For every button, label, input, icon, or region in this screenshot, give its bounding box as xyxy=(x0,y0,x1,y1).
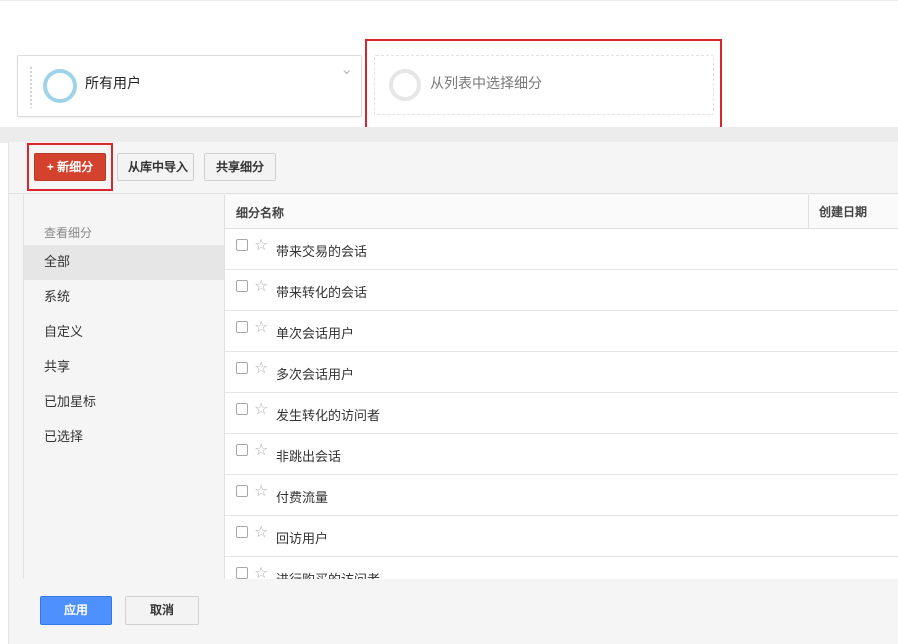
table-header: 细分名称 创建日期 xyxy=(225,195,898,229)
table-row[interactable]: ☆ 带来交易的会话 xyxy=(225,229,898,270)
apply-button[interactable]: 应用 xyxy=(40,596,112,625)
segment-card-all-users[interactable]: 所有用户 ⌄ xyxy=(17,55,362,117)
empty-segment-ring-icon xyxy=(389,69,421,101)
row-checkbox[interactable] xyxy=(236,485,248,497)
table-row[interactable]: ☆ 多次会话用户 xyxy=(225,352,898,393)
sidebar-item-selected[interactable]: 已选择 xyxy=(24,420,224,455)
segment-name[interactable]: 进行购买的访问者 xyxy=(276,569,380,579)
segment-list-area: 查看细分 全部 系统 自定义 共享 已加星标 已选择 细分名称 创建日期 ☆ 带… xyxy=(23,195,898,579)
star-icon[interactable]: ☆ xyxy=(254,278,268,294)
row-checkbox[interactable] xyxy=(236,526,248,538)
segment-name[interactable]: 付费流量 xyxy=(276,487,328,506)
row-checkbox[interactable] xyxy=(236,403,248,415)
panel-footer: 应用 取消 xyxy=(23,579,898,644)
table-row[interactable]: ☆ 带来转化的会话 xyxy=(225,270,898,311)
table-row[interactable]: ☆ 回访用户 xyxy=(225,516,898,557)
sidebar-item-all[interactable]: 全部 xyxy=(24,245,224,280)
star-icon[interactable]: ☆ xyxy=(254,483,268,499)
new-segment-button[interactable]: + 新细分 xyxy=(34,153,106,181)
segment-name[interactable]: 回访用户 xyxy=(276,528,328,547)
table-row[interactable]: ☆ 发生转化的访问者 xyxy=(225,393,898,434)
segment-name[interactable]: 非跳出会话 xyxy=(276,446,341,465)
segment-name[interactable]: 多次会话用户 xyxy=(276,364,354,383)
segment-card-label: 所有用户 xyxy=(85,76,141,92)
star-icon[interactable]: ☆ xyxy=(254,237,268,253)
star-icon[interactable]: ☆ xyxy=(254,401,268,417)
segment-table: 细分名称 创建日期 ☆ 带来交易的会话 ☆ 带来转化的会话 ☆ 单次会话用户 ☆ xyxy=(225,195,898,579)
segment-picker-bar: 所有用户 ⌄ 从列表中选择细分 xyxy=(0,0,898,135)
sidebar-item-shared[interactable]: 共享 xyxy=(24,350,224,385)
drag-handle-icon[interactable] xyxy=(29,66,33,108)
segment-filter-sidebar: 查看细分 全部 系统 自定义 共享 已加星标 已选择 xyxy=(24,195,225,579)
separator-band xyxy=(0,127,898,143)
table-row[interactable]: ☆ 非跳出会话 xyxy=(225,434,898,475)
row-checkbox[interactable] xyxy=(236,239,248,251)
sidebar-item-starred[interactable]: 已加星标 xyxy=(24,385,224,420)
column-header-name[interactable]: 细分名称 xyxy=(236,204,284,221)
segment-ring-icon xyxy=(43,69,77,103)
star-icon[interactable]: ☆ xyxy=(254,524,268,540)
star-icon[interactable]: ☆ xyxy=(254,442,268,458)
column-header-date[interactable]: 创建日期 xyxy=(808,195,898,229)
segment-placeholder[interactable]: 从列表中选择细分 xyxy=(374,55,714,115)
sidebar-item-custom[interactable]: 自定义 xyxy=(24,315,224,350)
segment-name[interactable]: 单次会话用户 xyxy=(276,323,354,342)
sidebar-heading: 查看细分 xyxy=(44,226,93,240)
chevron-down-icon[interactable]: ⌄ xyxy=(340,60,353,78)
table-row[interactable]: ☆ 进行购买的访问者 xyxy=(225,557,898,579)
cancel-button[interactable]: 取消 xyxy=(125,596,199,625)
segment-placeholder-label: 从列表中选择细分 xyxy=(430,76,542,92)
row-checkbox[interactable] xyxy=(236,280,248,292)
star-icon[interactable]: ☆ xyxy=(254,565,268,580)
segment-toolbar: + 新细分 从库中导入 共享细分 xyxy=(9,142,898,194)
row-checkbox[interactable] xyxy=(236,321,248,333)
segment-name[interactable]: 带来交易的会话 xyxy=(276,241,367,260)
row-checkbox[interactable] xyxy=(236,362,248,374)
star-icon[interactable]: ☆ xyxy=(254,319,268,335)
sidebar-item-system[interactable]: 系统 xyxy=(24,280,224,315)
row-checkbox[interactable] xyxy=(236,567,248,579)
table-row[interactable]: ☆ 单次会话用户 xyxy=(225,311,898,352)
import-from-gallery-button[interactable]: 从库中导入 xyxy=(117,153,194,181)
segment-name[interactable]: 带来转化的会话 xyxy=(276,282,367,301)
table-row[interactable]: ☆ 付费流量 xyxy=(225,475,898,516)
row-checkbox[interactable] xyxy=(236,444,248,456)
star-icon[interactable]: ☆ xyxy=(254,360,268,376)
segment-name[interactable]: 发生转化的访问者 xyxy=(276,405,380,424)
share-segments-button[interactable]: 共享细分 xyxy=(204,153,276,181)
segment-panel: + 新细分 从库中导入 共享细分 查看细分 全部 系统 自定义 共享 已加星标 … xyxy=(8,142,898,644)
